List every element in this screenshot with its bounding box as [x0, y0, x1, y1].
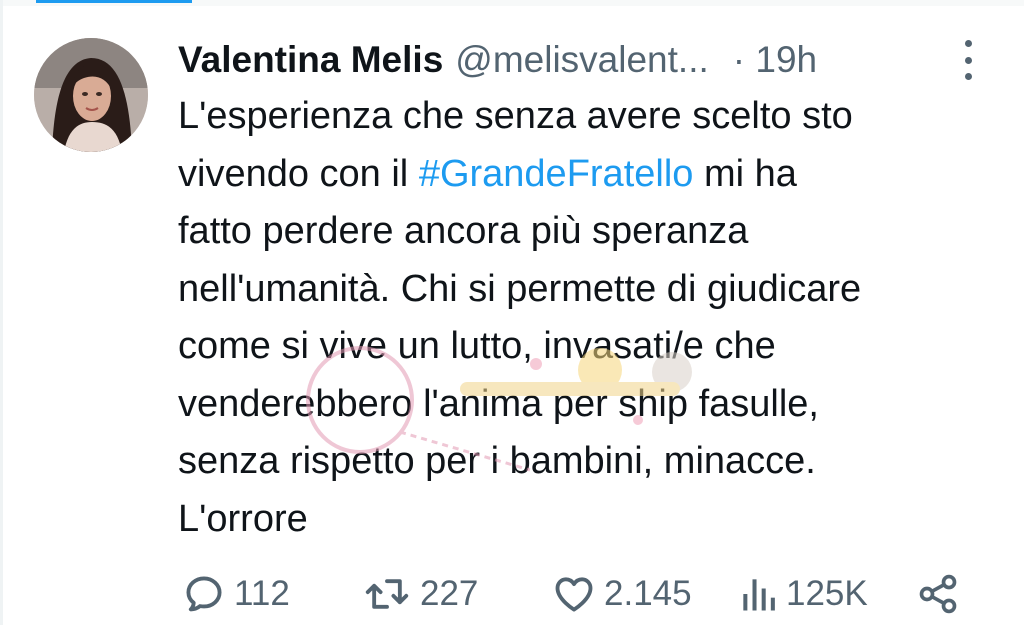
avatar[interactable] [34, 38, 148, 152]
views-button[interactable]: 125K [738, 566, 868, 622]
more-dot [964, 73, 972, 80]
more-dot [964, 40, 972, 47]
share-button[interactable] [916, 566, 968, 622]
tweet-text: L'esperienza che senza avere scelto sto … [178, 88, 998, 548]
tweet-card[interactable]: Valentina Melis @melisvalent... · 19h L'… [0, 0, 1024, 625]
retweet-count: 227 [420, 574, 479, 613]
tweet-line: senza rispetto per i bambini, minacce. [178, 440, 816, 482]
author-handle[interactable]: @melisvalent... [455, 34, 708, 86]
tweet-actions: 112 227 2.145 125K [182, 566, 982, 622]
tweet-line: nell'umanità. Chi si permette di giudica… [178, 267, 862, 310]
avatar-image [34, 38, 148, 152]
retweet-button[interactable]: 227 [362, 566, 478, 622]
tweet-line: come si vive un lutto, invasati/e che [178, 325, 776, 367]
reply-button[interactable]: 112 [182, 566, 290, 622]
tweet-header: Valentina Melis @melisvalent... · 19h [178, 34, 984, 86]
hashtag-link[interactable]: #GrandeFratello [419, 153, 694, 195]
share-icon [919, 574, 957, 614]
tweet-line: L'esperienza che senza avere scelto sto [178, 95, 853, 137]
views-bar-chart-icon [743, 579, 775, 611]
tweet-line-segment: vivendo con il [178, 152, 419, 195]
reply-count: 112 [234, 574, 290, 613]
more-dot [964, 56, 972, 64]
tweet-timestamp[interactable]: · 19h [733, 34, 817, 86]
like-button[interactable]: 2.145 [552, 566, 692, 622]
tweet-line: L'orrore [178, 497, 308, 540]
author-name[interactable]: Valentina Melis [178, 34, 443, 86]
tweet-line: venderebbero l'anima per ship fasulle, [178, 382, 819, 425]
like-count: 2.145 [604, 574, 692, 613]
tweet-line: fatto perdere ancora più speranza [178, 210, 749, 252]
tweet-line-segment: mi ha [693, 152, 797, 195]
more-vertical-icon[interactable] [958, 40, 978, 80]
heart-icon [555, 577, 593, 612]
tweet-line: vivendo con il #GrandeFratello mi ha [178, 146, 998, 204]
retweet-icon [365, 579, 409, 609]
reply-bubble-icon [186, 576, 222, 612]
views-count: 125K [786, 574, 868, 613]
